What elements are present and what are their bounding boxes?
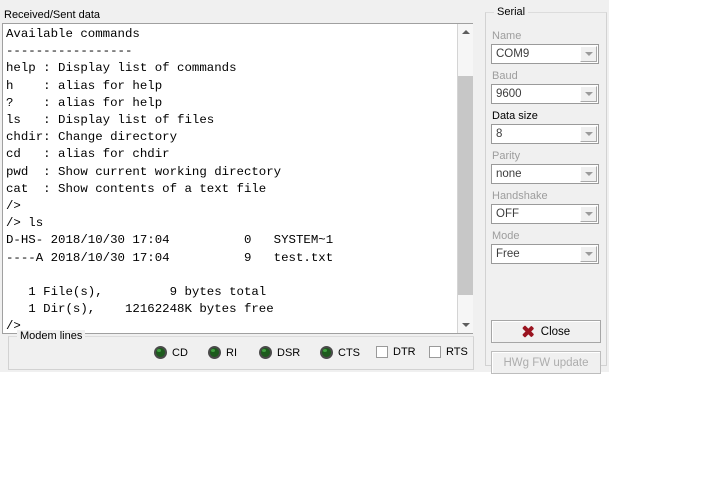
chevron-down-icon[interactable] — [580, 206, 597, 222]
serial-name-value: COM9 — [496, 48, 530, 60]
terminal-output[interactable]: Available commands ----------------- hel… — [3, 24, 457, 333]
chevron-down-icon — [461, 323, 470, 327]
serial-handshake-value: OFF — [496, 208, 519, 220]
serial-name-label: Name — [492, 30, 522, 42]
red-x-icon — [522, 325, 535, 338]
scrollbar-thumb[interactable] — [458, 76, 473, 295]
serial-data-size-label: Data size — [492, 110, 538, 122]
modem-line-rts-label: RTS — [446, 346, 468, 358]
hwg-fw-update-button[interactable]: HWg FW update — [491, 351, 601, 374]
modem-line-dsr-label: DSR — [277, 346, 301, 359]
terminal-scrollbar[interactable] — [457, 24, 473, 333]
serial-handshake-label: Handshake — [492, 190, 548, 202]
modem-line-ri: RI — [208, 346, 237, 359]
chevron-down-icon[interactable] — [580, 246, 597, 262]
serial-group-title: Serial — [494, 6, 529, 18]
modem-lines-group: Modem lines CD RI DSR CTS DTR RTS — [8, 330, 474, 370]
chevron-down-icon[interactable] — [580, 126, 597, 142]
modem-line-cts: CTS — [320, 346, 360, 359]
close-button-label: Close — [540, 325, 571, 338]
chevron-down-icon[interactable] — [580, 86, 597, 102]
serial-baud-select[interactable]: 9600 — [491, 84, 599, 104]
chevron-down-icon[interactable] — [580, 46, 597, 62]
serial-terminal-window: Received/Sent data Available commands --… — [0, 0, 609, 374]
modem-line-cd-label: CD — [172, 346, 188, 359]
modem-line-rts[interactable]: RTS — [429, 346, 468, 358]
received-sent-data-group: Received/Sent data Available commands --… — [2, 9, 476, 334]
received-sent-data-label: Received/Sent data — [4, 9, 101, 21]
modem-line-dtr-label: DTR — [393, 346, 416, 358]
serial-mode-select[interactable]: Free — [491, 244, 599, 264]
serial-parity-label: Parity — [492, 150, 521, 162]
modem-line-ri-label: RI — [226, 346, 237, 359]
hwg-fw-update-button-label: HWg FW update — [503, 356, 589, 369]
serial-mode-label: Mode — [492, 230, 520, 242]
led-ri-icon — [208, 346, 221, 359]
serial-baud-label: Baud — [492, 70, 518, 82]
led-cd-icon — [154, 346, 167, 359]
checkbox-dtr[interactable] — [376, 346, 388, 358]
checkbox-rts[interactable] — [429, 346, 441, 358]
chevron-up-icon — [461, 30, 470, 34]
modem-line-dsr: DSR — [259, 346, 300, 359]
modem-line-dtr[interactable]: DTR — [376, 346, 416, 358]
serial-parity-select[interactable]: none — [491, 164, 599, 184]
serial-baud-value: 9600 — [496, 88, 522, 100]
terminal-frame: Available commands ----------------- hel… — [2, 23, 473, 334]
modem-line-cd: CD — [154, 346, 188, 359]
serial-mode-value: Free — [496, 248, 520, 260]
serial-parity-value: none — [496, 168, 522, 180]
serial-group: Serial Name COM9 Baud 9600 Data size 8 P… — [485, 6, 607, 374]
scrollbar-up-button[interactable] — [458, 24, 473, 40]
modem-line-cts-label: CTS — [338, 346, 360, 359]
chevron-down-icon[interactable] — [580, 166, 597, 182]
serial-data-size-select[interactable]: 8 — [491, 124, 599, 144]
serial-handshake-select[interactable]: OFF — [491, 204, 599, 224]
led-dsr-icon — [259, 346, 272, 359]
led-cts-icon — [320, 346, 333, 359]
close-button[interactable]: Close — [491, 320, 601, 343]
serial-data-size-value: 8 — [496, 128, 503, 140]
modem-lines-title: Modem lines — [17, 330, 86, 342]
serial-name-select[interactable]: COM9 — [491, 44, 599, 64]
scrollbar-down-button[interactable] — [458, 317, 473, 333]
